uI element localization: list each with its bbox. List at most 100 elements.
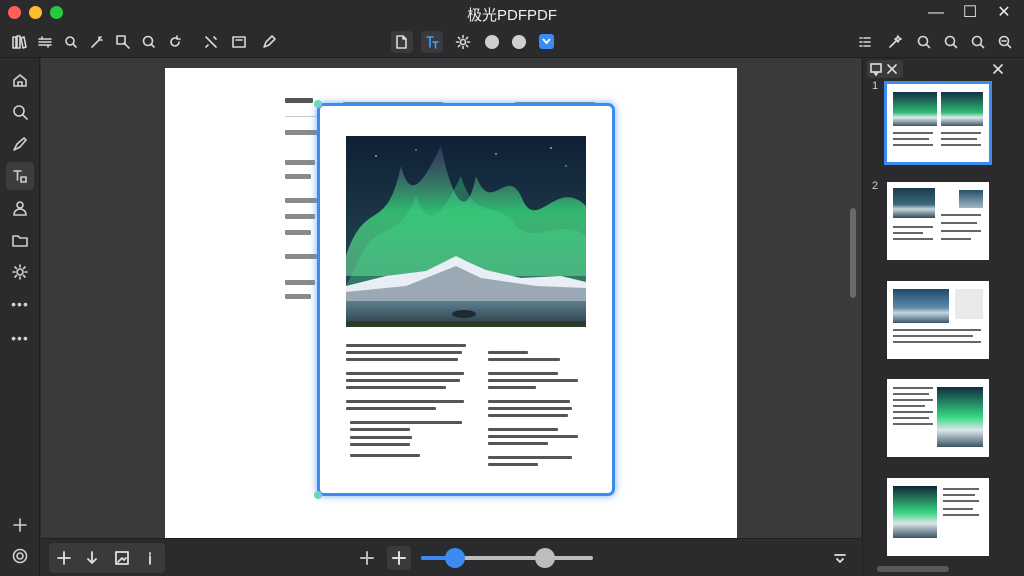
rotate-icon[interactable]	[164, 31, 186, 53]
search-icon[interactable]	[6, 98, 34, 126]
bg-text-line	[285, 280, 315, 285]
thumbnail-view-icon[interactable]	[869, 62, 883, 77]
search-text-icon[interactable]	[60, 31, 82, 53]
magic-icon[interactable]	[86, 31, 108, 53]
gear-icon[interactable]	[6, 542, 34, 570]
zoom-in-icon[interactable]	[913, 31, 935, 53]
zoom-in-button[interactable]	[387, 546, 411, 570]
close-button[interactable]: ✕	[992, 2, 1016, 24]
main-toolbar	[0, 26, 1024, 58]
more-icon[interactable]: •••	[6, 324, 34, 352]
body-text-line	[350, 454, 420, 457]
thumbnail-text	[893, 144, 933, 146]
document-canvas[interactable]	[41, 58, 861, 538]
body-text-line	[488, 400, 570, 403]
bookmark-icon[interactable]	[539, 34, 554, 49]
thumbnail-text	[943, 494, 975, 496]
aurora-image	[346, 136, 586, 327]
vertical-scrollbar[interactable]	[850, 208, 856, 298]
thumbnail-image	[893, 289, 949, 323]
crop-icon[interactable]	[200, 31, 222, 53]
body-text-line	[346, 372, 464, 375]
thumbnail-panel-header	[863, 58, 1024, 80]
app-window: 极光PDFPDF — ☐ ✕ ••• ••• 1 2	[0, 0, 1024, 576]
page-number: 1	[872, 80, 879, 92]
settings-icon[interactable]	[6, 258, 34, 286]
user-icon[interactable]	[6, 194, 34, 222]
bg-text-line	[285, 214, 315, 219]
home-icon[interactable]	[6, 66, 34, 94]
highlighter-icon[interactable]	[6, 130, 34, 158]
thumbnail-text	[941, 144, 981, 146]
body-text-line	[488, 442, 548, 445]
thumbnail-text	[941, 214, 981, 216]
settings-gear-icon[interactable]	[452, 31, 474, 53]
body-text-line	[346, 358, 458, 361]
thumbnail-image	[893, 188, 935, 218]
body-text-line	[350, 436, 412, 439]
minimize-button[interactable]: —	[924, 2, 948, 24]
body-text-line	[488, 407, 572, 410]
zoom-slider[interactable]	[421, 548, 593, 568]
zoom-out-button[interactable]	[355, 546, 379, 570]
circle-icon[interactable]	[512, 35, 526, 49]
zoom-slider-knob[interactable]	[445, 548, 466, 568]
thumbnail-text	[893, 232, 923, 234]
arrow-down-icon[interactable]	[81, 547, 103, 569]
selected-page-element[interactable]	[314, 100, 615, 499]
body-text-line	[350, 428, 410, 431]
thumbnail-image	[893, 92, 937, 126]
page-number: 2	[872, 180, 879, 192]
body-text-line	[488, 456, 572, 459]
info-icon[interactable]	[139, 547, 161, 569]
thumbnail-text	[893, 132, 933, 134]
body-text-line	[488, 463, 538, 466]
frame-icon[interactable]	[228, 31, 250, 53]
resize-handle-bottom-left[interactable]	[314, 491, 322, 499]
body-text-line	[488, 435, 578, 438]
page-mode-icon[interactable]	[391, 31, 413, 53]
zoom-out-icon[interactable]	[940, 31, 962, 53]
body-text-line	[346, 407, 436, 410]
bottom-tool-group	[49, 543, 165, 573]
thumbnail-page-3[interactable]	[887, 281, 989, 359]
add-icon[interactable]	[6, 511, 34, 539]
body-text-line	[488, 372, 558, 375]
layers-icon[interactable]	[34, 31, 56, 53]
thumbnail-text	[943, 508, 973, 510]
add-icon[interactable]	[53, 547, 75, 569]
magic-wand-icon[interactable]	[884, 31, 906, 53]
library-icon[interactable]	[8, 31, 30, 53]
image-icon[interactable]	[111, 547, 133, 569]
thumbnail-text	[941, 238, 971, 240]
zoom-region-icon[interactable]	[112, 31, 134, 53]
body-text-line	[488, 358, 560, 361]
close-panel-icon[interactable]	[991, 62, 1005, 76]
thumbnail-scrollbar[interactable]	[877, 566, 949, 572]
bg-text-line	[285, 254, 317, 259]
bg-text-line	[285, 230, 311, 235]
thumbnail-text	[893, 341, 981, 343]
resize-handle-top-left[interactable]	[314, 100, 322, 108]
list-icon[interactable]	[854, 31, 876, 53]
zoom-slider-secondary-knob[interactable]	[534, 548, 555, 568]
thumbnail-text	[941, 132, 981, 134]
collapse-icon[interactable]	[829, 547, 851, 569]
more-icon[interactable]: •••	[6, 290, 34, 318]
pen-icon[interactable]	[258, 31, 280, 53]
lasso-icon[interactable]	[138, 31, 160, 53]
close-tab-icon[interactable]	[885, 62, 899, 76]
thumbnail-page-2[interactable]	[887, 182, 989, 260]
body-text-line	[488, 386, 536, 389]
maximize-button[interactable]: ☐	[958, 2, 982, 24]
zoom-fit-icon[interactable]	[994, 31, 1016, 53]
folder-icon[interactable]	[6, 226, 34, 254]
edit-text-icon[interactable]	[6, 162, 34, 190]
bottom-toolbar	[41, 538, 861, 576]
text-mode-icon[interactable]	[421, 31, 443, 53]
thumbnail-page-4[interactable]	[887, 379, 989, 457]
circle-icon[interactable]	[485, 35, 499, 49]
thumbnail-page-5[interactable]	[887, 478, 989, 556]
thumbnail-page-1[interactable]	[884, 81, 992, 165]
find-icon[interactable]	[967, 31, 989, 53]
